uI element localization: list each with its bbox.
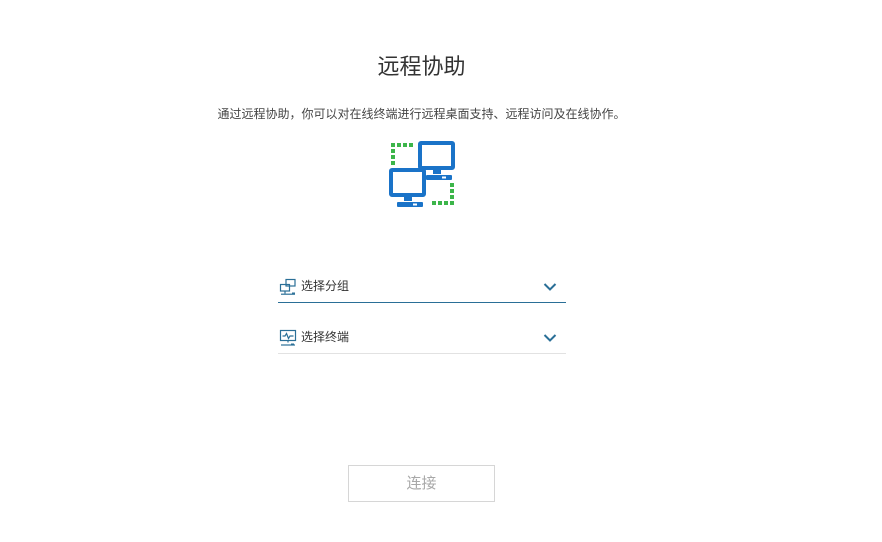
terminal-select-placeholder: 选择终端 — [301, 330, 350, 344]
terminal-select[interactable]: 选择终端 — [278, 323, 566, 354]
page-title: 远程协助 — [377, 55, 466, 80]
group-select-placeholder: 选择分组 — [301, 279, 350, 293]
connect-button[interactable]: 连接 — [348, 465, 495, 502]
page-description: 通过远程协助，你可以对在线终端进行远程桌面支持、远程访问及在线协作。 — [217, 107, 626, 121]
group-select[interactable]: 选择分组 — [278, 272, 566, 303]
monitor-icon — [279, 329, 297, 346]
remote-computers-icon — [389, 141, 455, 207]
chevron-down-icon[interactable] — [543, 282, 557, 292]
group-computers-icon — [279, 278, 296, 295]
chevron-down-icon[interactable] — [543, 333, 557, 343]
